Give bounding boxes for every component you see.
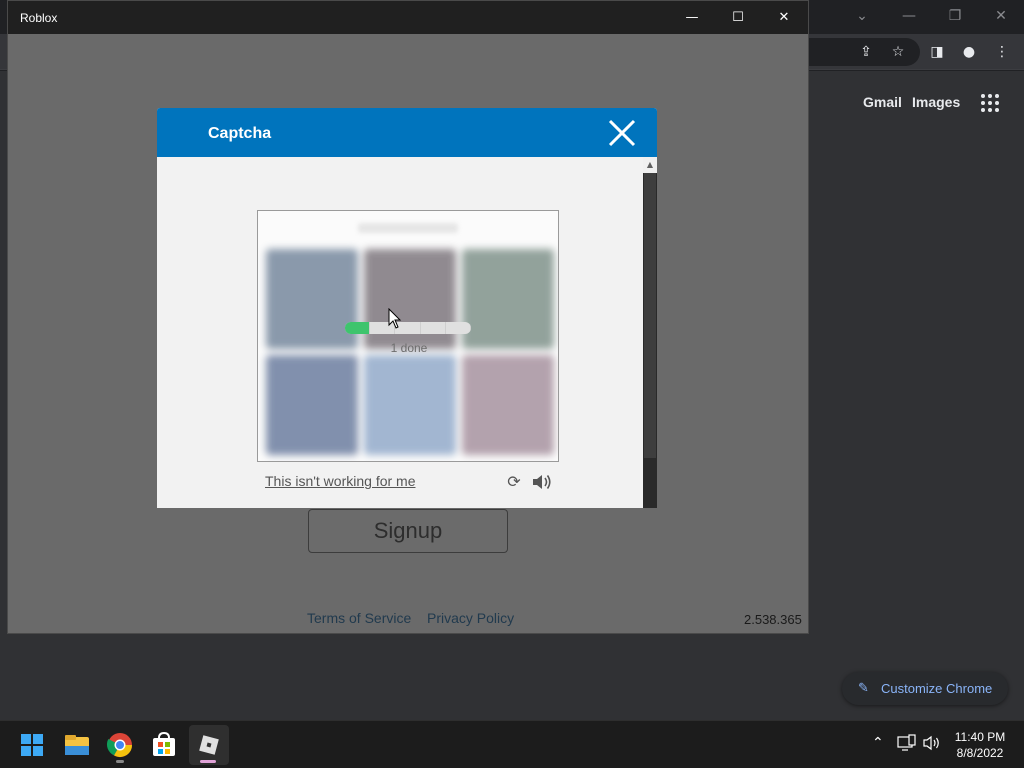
show-hidden-icons-chevron[interactable]: ⌃ [872,735,884,751]
roblox-taskbar-button[interactable] [189,725,229,765]
gmail-link[interactable]: Gmail [863,94,902,110]
puzzle-instructions-blurred [358,223,458,233]
progress-text: 1 done [390,341,428,355]
scrollbar[interactable]: ▲ [643,157,657,508]
close-button[interactable]: ✕ [761,1,807,34]
profile-icon[interactable]: ● [959,42,979,62]
privacy-policy-link[interactable]: Privacy Policy [427,610,514,626]
microsoft-store-icon[interactable] [148,729,180,761]
not-working-link[interactable]: This isn't working for me [265,473,416,489]
puzzle-image-tile [266,249,358,349]
network-icon[interactable] [897,734,917,752]
puzzle-image-tile [364,249,456,349]
share-icon[interactable]: ⇪ [856,42,876,62]
volume-icon[interactable] [922,734,942,752]
mouse-cursor-icon [388,308,402,329]
progress-bar [345,322,471,334]
audio-icon[interactable] [531,472,553,492]
clock-date[interactable]: 8/8/2022 [945,746,1015,760]
images-link[interactable]: Images [912,94,960,110]
windows-start-icon[interactable] [16,729,48,761]
captcha-title: Captcha [208,125,272,142]
restore-icon[interactable]: ❐ [945,6,965,26]
active-indicator [200,760,216,763]
refresh-icon[interactable]: ⟳ [505,473,523,491]
customize-chrome-label: Customize Chrome [881,681,993,696]
puzzle-image-tile [266,355,358,455]
scroll-up-icon[interactable]: ▲ [643,157,657,173]
taskbar: ⌃ 11:40 PM 8/8/2022 [0,720,1024,768]
minimize-icon[interactable]: — [899,6,919,26]
chrome-icon[interactable] [104,729,136,761]
star-icon[interactable]: ☆ [888,42,908,62]
window-title: Roblox [20,11,58,25]
minimize-button[interactable]: — [669,1,715,34]
progress-segment-done [345,322,371,334]
running-indicator [116,760,124,763]
pencil-icon: ✎ [858,681,869,696]
maximize-button[interactable]: ☐ [715,1,761,34]
puzzle-image-tile [364,355,456,455]
progress-segment [421,322,446,334]
captcha-puzzle[interactable]: 1 done [257,210,559,462]
side-panel-icon[interactable]: ◨ [927,42,947,62]
roblox-titlebar[interactable]: Roblox — ☐ ✕ [8,1,808,34]
captcha-modal: Captcha ▲ 1 done This isn't working for … [157,108,657,508]
signup-button[interactable]: Signup [308,509,508,553]
chevron-down-icon[interactable]: ⌄ [852,6,872,26]
close-icon[interactable]: ✕ [991,6,1011,26]
customize-chrome-button[interactable]: ✎ Customize Chrome [842,672,1008,705]
apps-grid-icon[interactable] [981,94,999,112]
roblox-icon [199,735,219,755]
progress-segment [446,322,471,334]
puzzle-image-tile [462,355,554,455]
version-label: 2.538.365 [744,612,802,627]
more-menu-icon[interactable]: ⋮ [992,42,1012,62]
puzzle-image-tile [462,249,554,349]
scrollbar-thumb[interactable] [644,173,656,458]
terms-of-service-link[interactable]: Terms of Service [307,610,411,626]
file-explorer-icon[interactable] [61,729,93,761]
close-icon[interactable] [607,118,637,148]
captcha-header: Captcha [157,108,657,157]
clock-time[interactable]: 11:40 PM [945,730,1015,744]
